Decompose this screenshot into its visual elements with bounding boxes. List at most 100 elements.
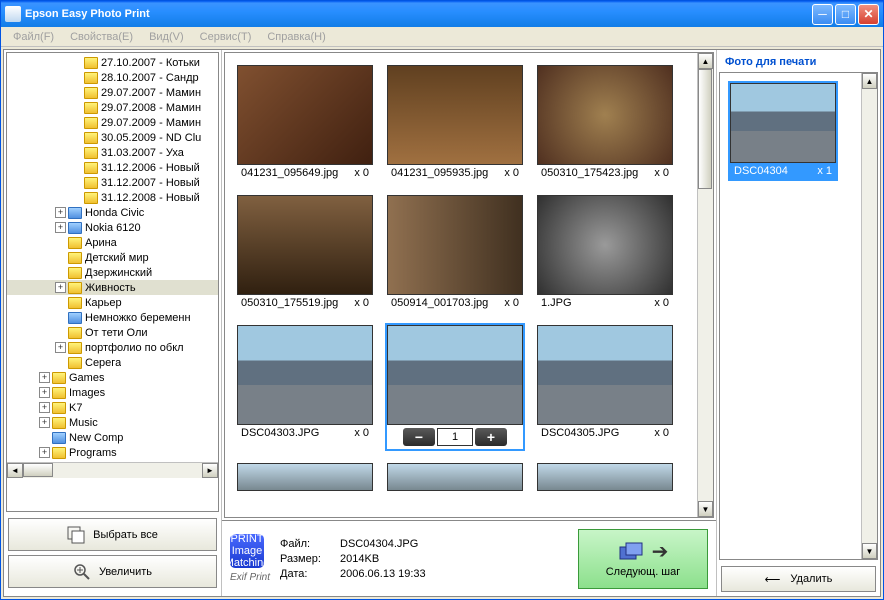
folder-icon xyxy=(84,57,98,69)
select-all-button[interactable]: Выбрать все xyxy=(8,518,217,551)
menu-service[interactable]: Сервис(T) xyxy=(192,29,260,45)
qty-minus-button[interactable]: − xyxy=(403,428,435,446)
select-all-label: Выбрать все xyxy=(93,529,158,541)
folder-icon xyxy=(52,432,66,444)
next-step-button[interactable]: ➔ Следующ. шаг xyxy=(578,529,708,589)
tree-item[interactable]: 29.07.2009 - Мамин xyxy=(7,115,218,130)
thumb-image xyxy=(537,325,673,425)
tree-item[interactable]: Серега xyxy=(7,355,218,370)
tree-item[interactable]: +Programs xyxy=(7,445,218,460)
tree-item[interactable]: 31.12.2008 - Новый xyxy=(7,190,218,205)
thumb-count: x 0 xyxy=(354,167,369,179)
thumbnail[interactable]: 041231_095649.jpg x 0 xyxy=(235,63,375,183)
tree-item[interactable]: Детский мир xyxy=(7,250,218,265)
thumb-count: x 0 xyxy=(504,297,519,309)
tree-item[interactable]: +Games xyxy=(7,370,218,385)
meta-file-label: Файл: xyxy=(280,538,340,550)
tree-expand-icon[interactable]: + xyxy=(39,402,50,413)
tree-expand-icon[interactable]: + xyxy=(55,282,66,293)
menu-properties[interactable]: Свойства(E) xyxy=(62,29,141,45)
tree-expand-icon[interactable]: + xyxy=(55,207,66,218)
folder-tree[interactable]: 27.10.2007 - Котьки28.10.2007 - Сандр29.… xyxy=(6,52,219,512)
tree-item[interactable]: 29.07.2008 - Мамин xyxy=(7,100,218,115)
tree-label: Детский мир xyxy=(85,252,149,264)
scroll-down-icon[interactable]: ▼ xyxy=(698,501,713,517)
tree-item[interactable]: +Images xyxy=(7,385,218,400)
folder-icon xyxy=(68,207,82,219)
thumb-count: x 0 xyxy=(354,297,369,309)
tree-label: 27.10.2007 - Котьки xyxy=(101,57,200,69)
tree-item[interactable]: +Живность xyxy=(7,280,218,295)
scroll-up-icon[interactable]: ▲ xyxy=(698,53,713,69)
thumbnail[interactable] xyxy=(385,461,525,493)
queue-thumbnail[interactable]: DSC04304x 1 xyxy=(728,81,838,181)
thumbnail[interactable]: 050310_175519.jpgx 0 xyxy=(235,193,375,313)
thumb-image xyxy=(237,195,373,295)
folder-icon xyxy=(52,387,66,399)
folder-icon xyxy=(84,72,98,84)
tree-item[interactable]: 28.10.2007 - Сандр xyxy=(7,70,218,85)
thumbnail[interactable]: 1.JPGx 0 xyxy=(535,193,675,313)
tree-hscrollbar[interactable]: ◄ ► xyxy=(7,462,218,478)
tree-item[interactable]: New Comp xyxy=(7,430,218,445)
qty-plus-button[interactable]: + xyxy=(475,428,507,446)
thumb-filename: 041231_095649.jpg xyxy=(241,167,338,179)
thumbnail[interactable]: 050310_175423.jpgx 0 xyxy=(535,63,675,183)
tree-expand-icon[interactable]: + xyxy=(55,342,66,353)
tree-expand-icon[interactable]: + xyxy=(55,222,66,233)
queue-vscrollbar[interactable]: ▲▼ xyxy=(861,73,877,559)
delete-label: Удалить xyxy=(790,573,832,585)
thumbnail[interactable] xyxy=(235,461,375,493)
thumb-count: x 0 xyxy=(654,167,669,179)
tree-item[interactable]: 27.10.2007 - Котьки xyxy=(7,55,218,70)
thumb-image xyxy=(387,325,523,425)
qty-input[interactable] xyxy=(437,428,473,446)
tree-expand-icon[interactable]: + xyxy=(39,372,50,383)
tree-item[interactable]: От тети Оли xyxy=(7,325,218,340)
scroll-right-icon[interactable]: ► xyxy=(202,463,218,478)
thumbnail[interactable]: DSC04303.JPGx 0 xyxy=(235,323,375,451)
menu-file[interactable]: Файл(F) xyxy=(5,29,62,45)
thumbnail[interactable]: 041231_095935.jpgx 0 xyxy=(385,63,525,183)
maximize-button[interactable]: □ xyxy=(835,4,856,25)
tree-label: New Comp xyxy=(69,432,123,444)
thumbs-vscrollbar[interactable]: ▲ ▼ xyxy=(697,53,713,517)
folder-icon xyxy=(68,267,82,279)
thumbnail[interactable] xyxy=(535,461,675,493)
menu-view[interactable]: Вид(V) xyxy=(141,29,192,45)
folder-icon xyxy=(52,372,66,384)
tree-item[interactable]: Карьер xyxy=(7,295,218,310)
zoom-button[interactable]: Увеличить xyxy=(8,555,217,588)
tree-item[interactable]: Дзержинский xyxy=(7,265,218,280)
tree-label: 31.12.2008 - Новый xyxy=(101,192,200,204)
tree-item[interactable]: Немножко беременн xyxy=(7,310,218,325)
thumbnail[interactable]: DSC04305.JPGx 0 xyxy=(535,323,675,451)
scroll-left-icon[interactable]: ◄ xyxy=(7,463,23,478)
tree-label: Серега xyxy=(85,357,121,369)
tree-item[interactable]: +K7 xyxy=(7,400,218,415)
tree-item[interactable]: 31.03.2007 - Уха xyxy=(7,145,218,160)
minimize-button[interactable]: ─ xyxy=(812,4,833,25)
tree-item[interactable]: +Honda Civic xyxy=(7,205,218,220)
next-step-label: Следующ. шаг xyxy=(606,566,681,578)
thumbnail[interactable]: 050914_001703.jpgx 0 xyxy=(385,193,525,313)
delete-button[interactable]: ⟵ Удалить xyxy=(721,566,876,592)
tree-item[interactable]: 31.12.2007 - Новый xyxy=(7,175,218,190)
tree-item[interactable]: +Music xyxy=(7,415,218,430)
tree-expand-icon[interactable]: + xyxy=(39,417,50,428)
tree-label: Арина xyxy=(85,237,117,249)
tree-item[interactable]: Арина xyxy=(7,235,218,250)
tree-item[interactable]: +Nokia 6120 xyxy=(7,220,218,235)
menu-help[interactable]: Справка(H) xyxy=(259,29,333,45)
tree-expand-icon[interactable]: + xyxy=(39,387,50,398)
close-button[interactable]: ✕ xyxy=(858,4,879,25)
tree-item[interactable]: 29.07.2007 - Мамин xyxy=(7,85,218,100)
tree-item[interactable]: 31.12.2006 - Новый xyxy=(7,160,218,175)
tree-item[interactable]: 30.05.2009 - ND Clu xyxy=(7,130,218,145)
folder-icon xyxy=(68,312,82,324)
queue-image xyxy=(730,83,836,163)
tree-item[interactable]: +портфолио по обкл xyxy=(7,340,218,355)
photos-icon xyxy=(618,541,646,563)
tree-expand-icon[interactable]: + xyxy=(39,447,50,458)
thumbnail[interactable]: −+ xyxy=(385,323,525,451)
